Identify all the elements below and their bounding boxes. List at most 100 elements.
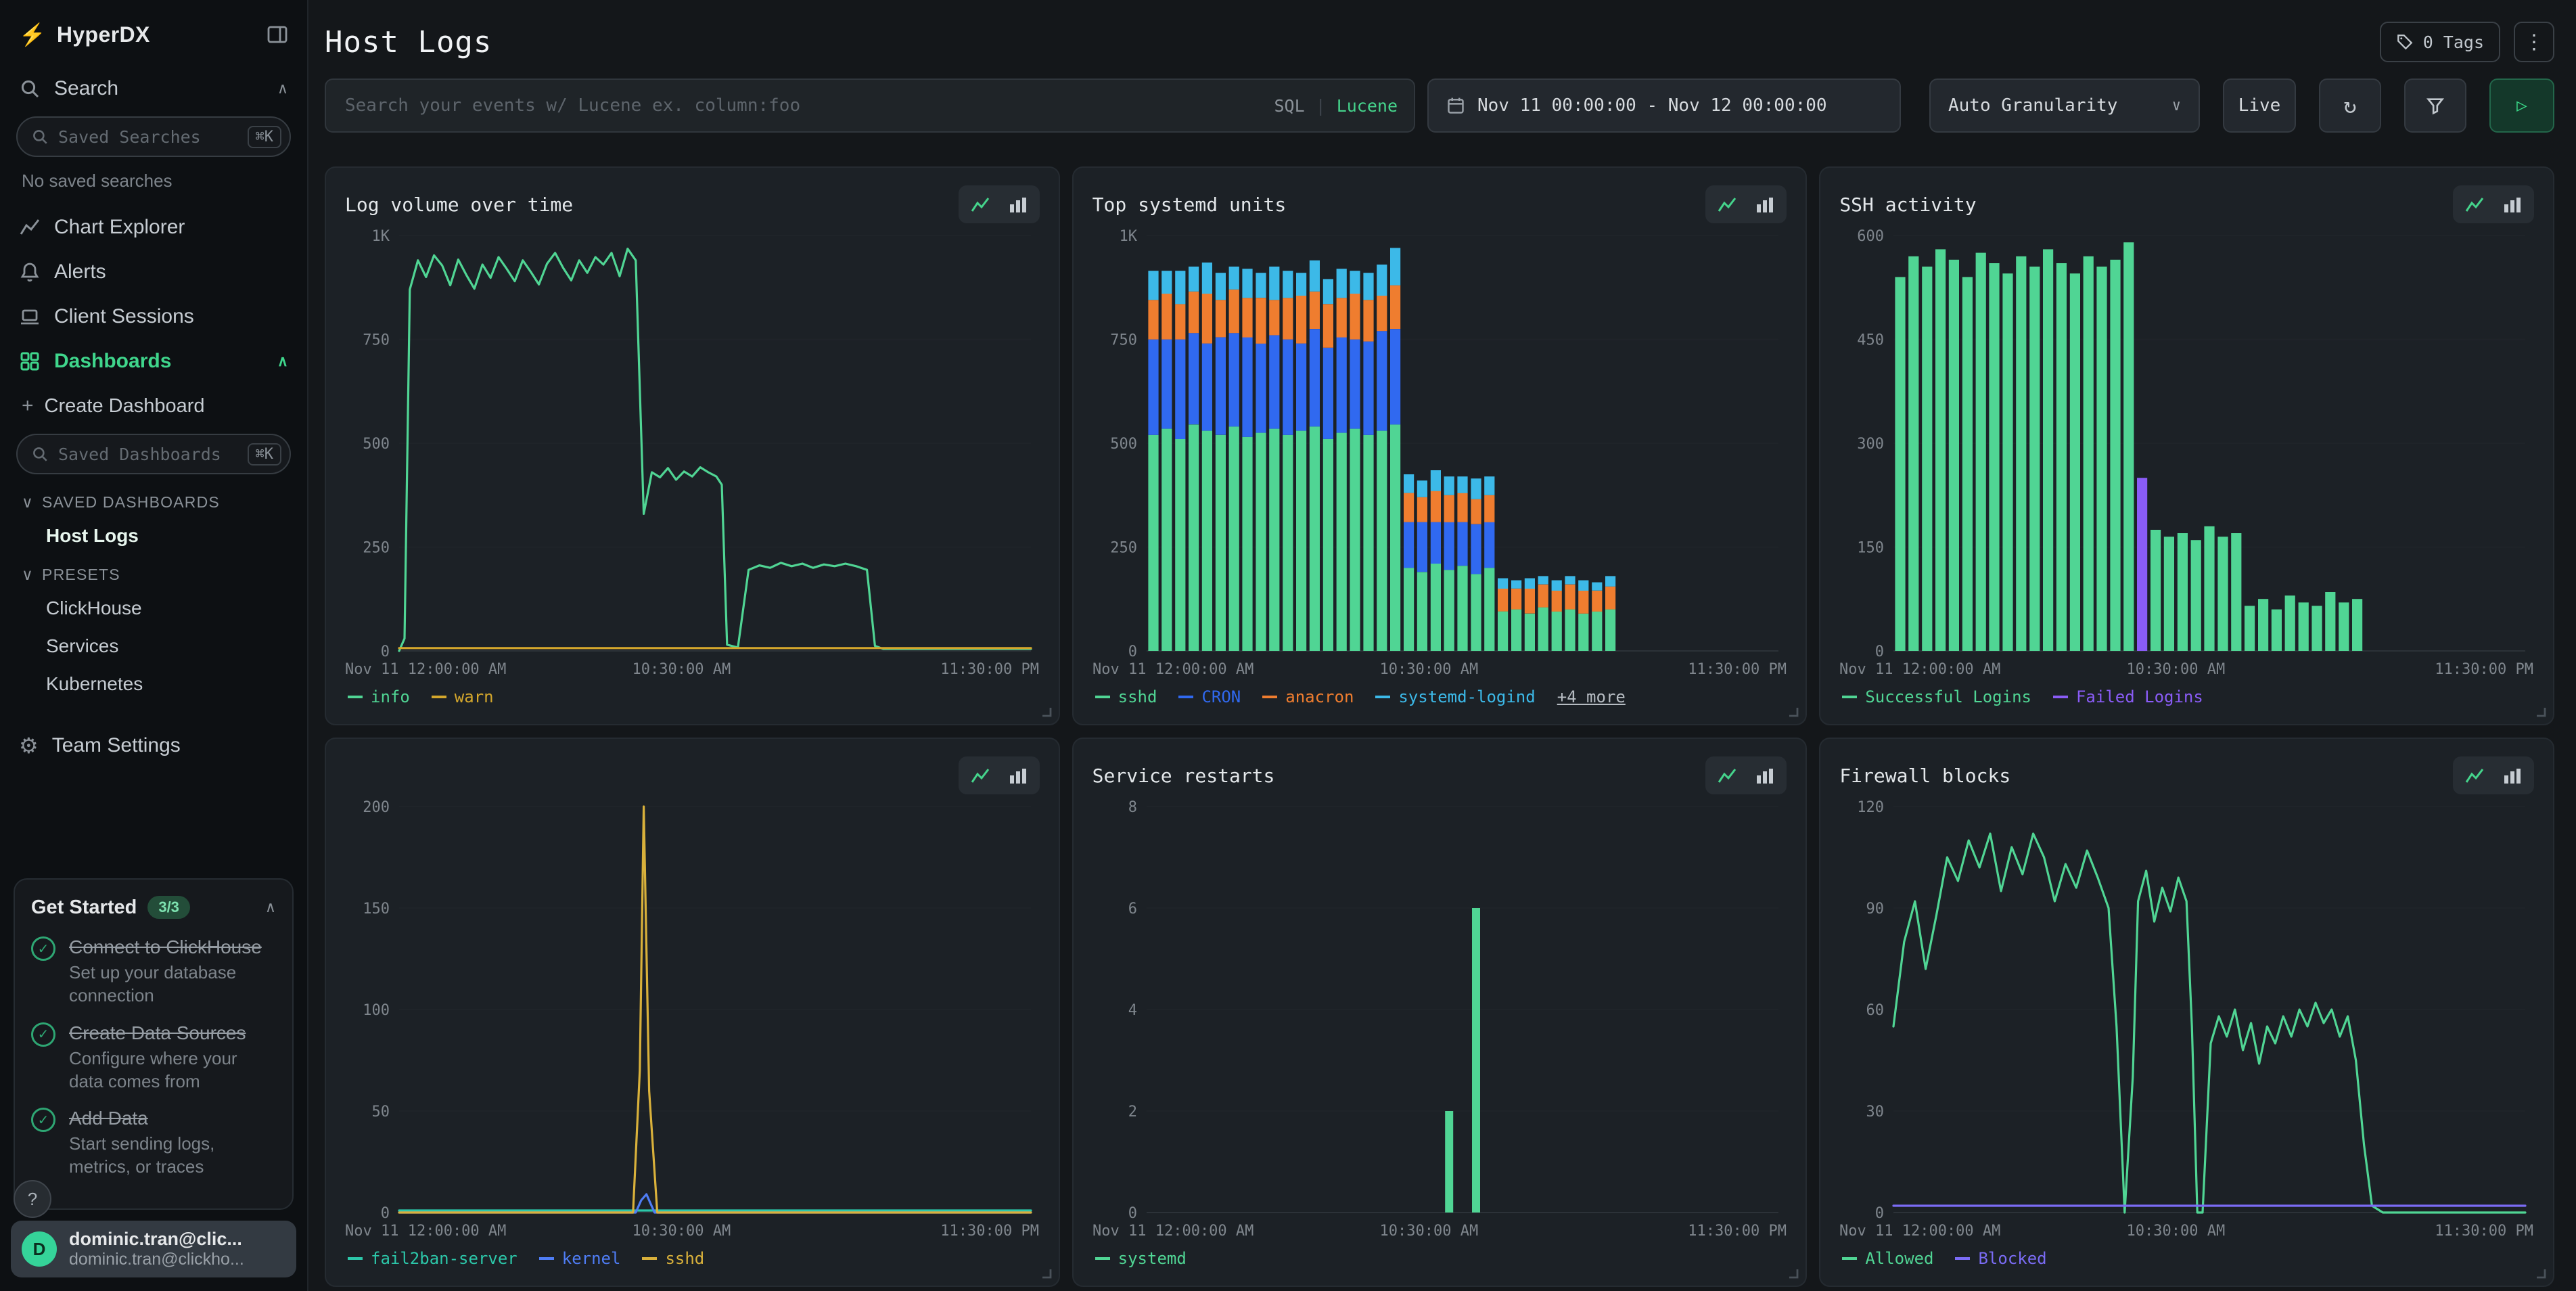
preset-item-clickhouse[interactable]: ClickHouse [0,589,307,627]
chart-type-toggle[interactable] [1705,185,1787,223]
legend-item[interactable]: Blocked [1955,1249,2046,1268]
bar-chart-icon[interactable] [1001,189,1036,219]
sidebar-item-chart-explorer[interactable]: Chart Explorer [0,205,307,250]
sidebar-item-search[interactable]: Search ∧ [0,66,307,111]
preset-item-kubernetes[interactable]: Kubernetes [0,665,307,703]
legend-item[interactable]: Successful Logins [1842,687,2031,706]
bar-chart-icon[interactable] [2495,761,2530,790]
saved-searches-field[interactable] [58,127,238,147]
resize-handle[interactable] [1787,1267,1800,1280]
legend-item[interactable]: sshd [1095,687,1157,706]
bar-chart-icon[interactable] [1001,761,1036,790]
chevron-up-icon[interactable]: ∧ [265,899,276,916]
chart-type-toggle[interactable] [2453,185,2534,223]
sidebar-item-dashboards[interactable]: Dashboards ∧ [0,339,307,384]
get-started-title: Get Started [31,897,137,919]
legend-item[interactable]: info [348,687,410,706]
sql-toggle[interactable]: SQL [1274,96,1304,116]
saved-dashboards-input[interactable]: ⌘K [16,434,291,474]
search-input[interactable] [345,95,1274,116]
preset-item-services[interactable]: Services [0,627,307,665]
presets-section[interactable]: ∨ PRESETS [0,555,307,589]
run-query-button[interactable]: ▷ [2489,78,2554,133]
legend-item[interactable]: anacron [1262,687,1354,706]
chart-type-toggle[interactable] [2453,756,2534,794]
chart-canvas[interactable]: 0150300450600Nov 11 12:00:00 AM10:30:00 … [1839,225,2534,681]
user-menu[interactable]: D dominic.tran@clic... dominic.tran@clic… [11,1221,296,1277]
line-chart-icon[interactable] [2457,189,2492,219]
bar-chart-icon[interactable] [1747,761,1782,790]
legend-item[interactable]: kernel [539,1249,621,1268]
legend-item[interactable]: systemd [1095,1249,1187,1268]
saved-dashboards-field[interactable] [58,445,238,464]
event-search-box[interactable]: SQL | Lucene [325,78,1415,133]
query-language-toggle[interactable]: SQL | Lucene [1274,96,1398,116]
user-email: dominic.tran@clickho... [69,1250,244,1269]
legend-item[interactable]: fail2ban-server [348,1249,518,1268]
bar-chart-icon[interactable] [1747,189,1782,219]
legend-item[interactable]: systemd-logind [1375,687,1535,706]
get-started-step[interactable]: ✓ Connect to ClickHouse Set up your data… [31,935,276,1007]
tags-button[interactable]: 0 Tags [2380,22,2500,62]
dashboard-item-host-logs[interactable]: Host Logs [0,517,307,555]
collapse-sidebar-icon[interactable] [267,24,288,45]
svg-text:200: 200 [363,799,390,816]
line-chart-icon[interactable] [963,189,998,219]
sidebar-item-team-settings[interactable]: ⚙ Team Settings [0,722,307,769]
chevron-down-icon: ∨ [22,566,34,584]
chart-canvas[interactable]: 02505007501KNov 11 12:00:00 AM10:30:00 A… [345,225,1040,681]
chart-canvas[interactable]: 050100150200Nov 11 12:00:00 AM10:30:00 A… [345,796,1040,1242]
legend-item[interactable]: warn [432,687,494,706]
create-dashboard-button[interactable]: + Create Dashboard [0,384,307,428]
resize-handle[interactable] [2534,705,2548,719]
chart-type-toggle[interactable] [959,756,1040,794]
panel-ssh-activity: SSH activity 0150300450600Nov 11 12:00:0… [1819,166,2554,725]
svg-text:11:30:00 PM: 11:30:00 PM [1688,661,1787,678]
legend-item[interactable]: Allowed [1842,1249,1933,1268]
granularity-select[interactable]: Auto Granularity ∨ [1929,78,2200,133]
live-button[interactable]: Live [2223,78,2296,133]
lucene-toggle[interactable]: Lucene [1337,96,1398,116]
chart-canvas[interactable]: 02505007501KNov 11 12:00:00 AM10:30:00 A… [1092,225,1787,681]
svg-text:0: 0 [1875,643,1884,660]
chart-canvas[interactable]: 0306090120Nov 11 12:00:00 AM10:30:00 AM1… [1839,796,2534,1242]
saved-searches-input[interactable]: ⌘K [16,116,291,157]
get-started-step[interactable]: ✓ Create Data Sources Configure where yo… [31,1021,276,1093]
sidebar-item-alerts[interactable]: Alerts [0,250,307,294]
line-chart-icon[interactable] [963,761,998,790]
svg-text:120: 120 [1858,799,1885,816]
chart-canvas[interactable]: 02468Nov 11 12:00:00 AM10:30:00 AM11:30:… [1092,796,1787,1242]
time-range-picker[interactable]: Nov 11 00:00:00 - Nov 12 00:00:00 [1427,78,1901,133]
main-content: Host Logs 0 Tags ⋮ SQL | Lucene [308,0,2576,1291]
resize-handle[interactable] [1787,705,1800,719]
saved-dashboards-section[interactable]: ∨ SAVED DASHBOARDS [0,482,307,517]
legend-item[interactable]: CRON [1178,687,1241,706]
legend-item[interactable]: +4 more [1557,687,1626,706]
bar-chart-icon[interactable] [2495,189,2530,219]
resize-handle[interactable] [1040,705,1053,719]
filter-button[interactable] [2404,78,2466,133]
line-chart-icon[interactable] [1709,189,1745,219]
check-circle-icon: ✓ [31,1022,55,1047]
line-chart-icon[interactable] [1709,761,1745,790]
legend-item[interactable]: Failed Logins [2053,687,2203,706]
svg-text:10:30:00 AM: 10:30:00 AM [632,661,731,678]
chevron-up-icon[interactable]: ∧ [277,80,288,97]
svg-text:0: 0 [381,643,390,660]
shortcut-hint: ⌘K [248,126,282,148]
chart-type-toggle[interactable] [959,185,1040,223]
line-chart-icon[interactable] [2457,761,2492,790]
kebab-menu-icon: ⋮ [2524,30,2544,54]
help-button[interactable]: ? [14,1180,51,1218]
resize-handle[interactable] [1040,1267,1053,1280]
more-options-button[interactable]: ⋮ [2514,22,2554,62]
chart-legend: Allowed Blocked [1839,1242,2534,1275]
legend-item[interactable]: sshd [642,1249,704,1268]
get-started-step[interactable]: ✓ Add Data Start sending logs, metrics, … [31,1106,276,1179]
sidebar-item-client-sessions[interactable]: Client Sessions [0,294,307,339]
svg-text:30: 30 [1866,1104,1885,1120]
refresh-button[interactable]: ↻ [2319,78,2381,133]
resize-handle[interactable] [2534,1267,2548,1280]
chart-type-toggle[interactable] [1705,756,1787,794]
chevron-up-icon[interactable]: ∧ [277,353,288,370]
